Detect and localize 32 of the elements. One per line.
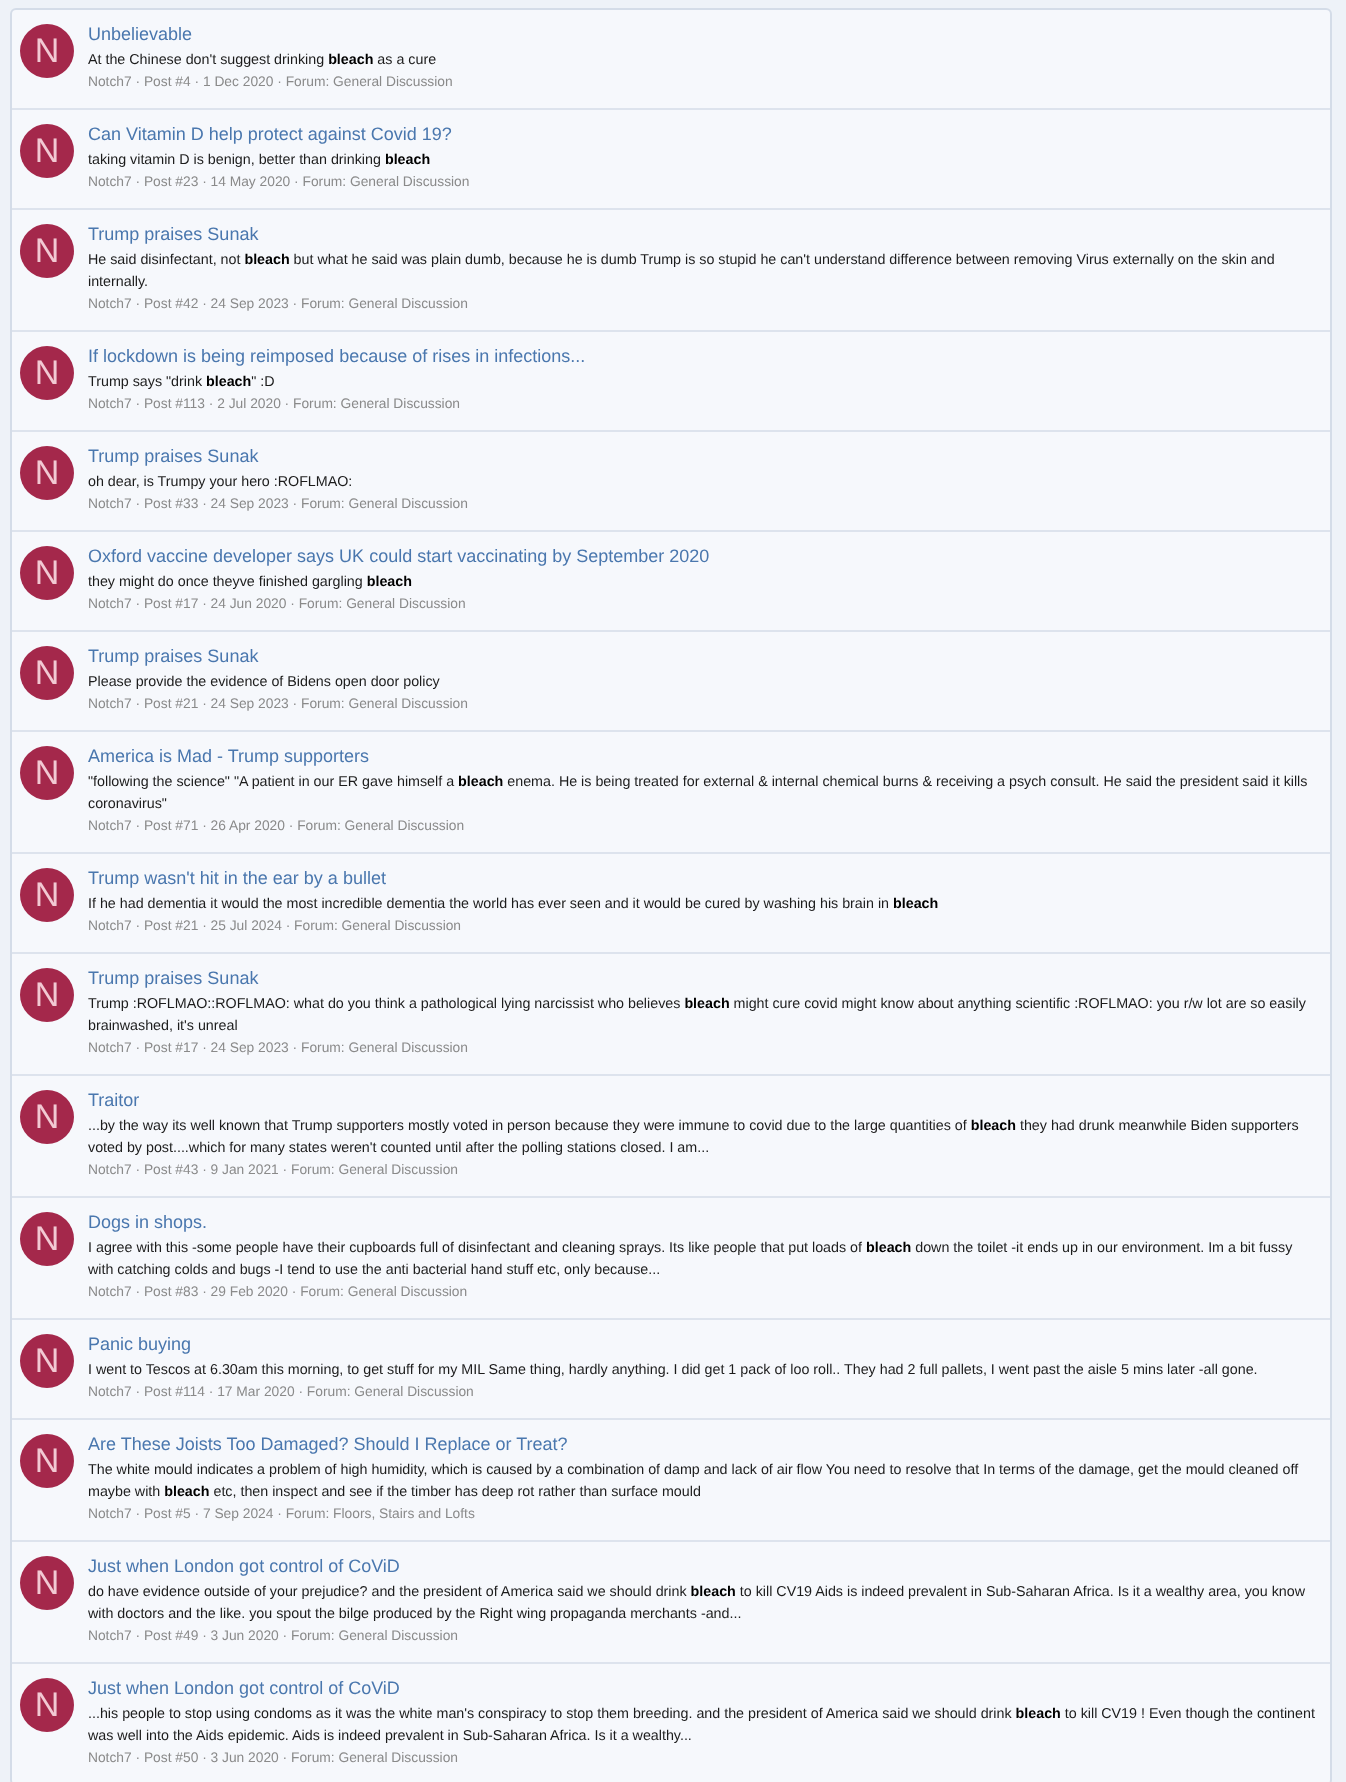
thread-title-link[interactable]: Trump praises Sunak (88, 964, 259, 994)
thread-title-link[interactable]: Trump praises Sunak (88, 220, 259, 250)
user-avatar[interactable]: N (20, 346, 74, 400)
thread-title-link[interactable]: Trump praises Sunak (88, 642, 259, 672)
thread-title-link[interactable]: Can Vitamin D help protect against Covid 19? (88, 120, 452, 150)
user-avatar[interactable]: N (20, 746, 74, 800)
user-avatar[interactable]: N (20, 224, 74, 278)
thread-title-link[interactable]: Trump praises Sunak (88, 442, 259, 472)
thread-title-link[interactable]: Just when London got control of CoViD (88, 1674, 400, 1704)
thread-title-link[interactable]: Are These Joists Too Damaged? Should I Replace or Treat? (88, 1430, 568, 1460)
user-avatar[interactable]: N (20, 1434, 74, 1488)
user-avatar[interactable]: N (20, 1212, 74, 1266)
user-avatar[interactable]: N (20, 1090, 74, 1144)
thread-title-link[interactable]: Trump wasn't hit in the ear by a bullet (88, 864, 386, 894)
thread-title-link[interactable]: Just when London got control of CoViD (88, 1552, 400, 1582)
user-avatar[interactable]: N (20, 546, 74, 600)
thread-title-link[interactable]: Panic buying (88, 1330, 192, 1360)
thread-title-link[interactable]: Dogs in shops. (88, 1208, 208, 1238)
user-avatar[interactable]: N (20, 868, 74, 922)
thread-title-link[interactable]: Traitor (88, 1086, 140, 1116)
thread-title-link[interactable]: If lockdown is being reimposed because of rises in infections... (88, 342, 586, 372)
user-avatar[interactable]: N (20, 1334, 74, 1388)
user-avatar[interactable]: N (20, 24, 74, 78)
user-avatar[interactable]: N (20, 1678, 74, 1732)
thread-title-link[interactable]: America is Mad - Trump supporters (88, 742, 370, 772)
thread-title-link[interactable]: Unbelievable (88, 20, 193, 50)
user-avatar[interactable]: N (20, 1556, 74, 1610)
user-avatar[interactable]: N (20, 446, 74, 500)
thread-title-link[interactable]: Oxford vaccine developer says UK could start vaccinating by September 2020 (88, 542, 710, 572)
user-avatar[interactable]: N (20, 968, 74, 1022)
user-avatar[interactable]: N (20, 646, 74, 700)
user-avatar[interactable]: N (20, 124, 74, 178)
